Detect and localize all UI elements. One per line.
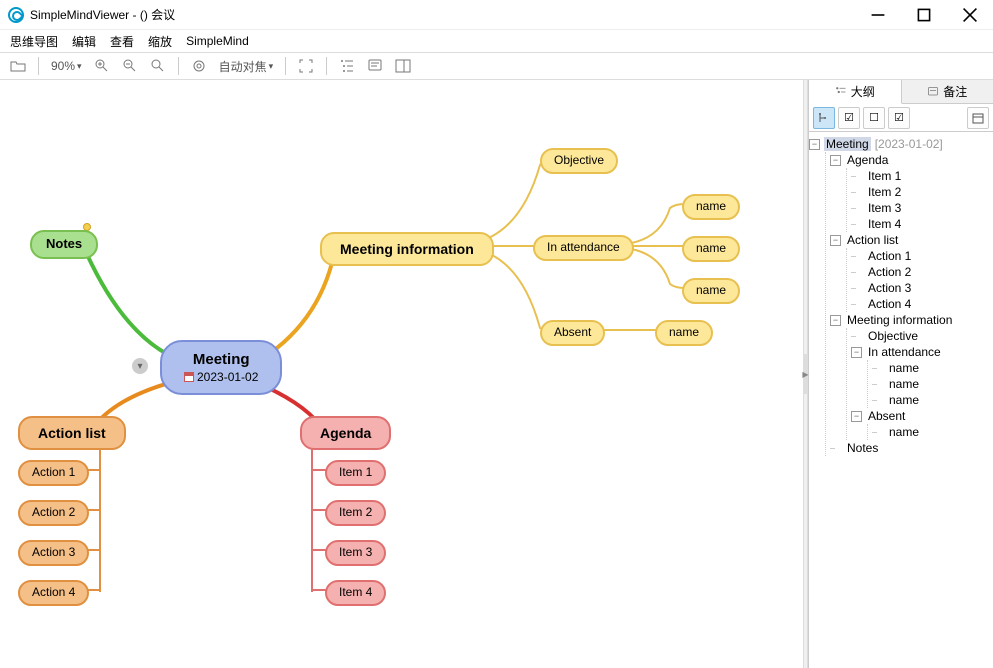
outline-tree[interactable]: −Meeting[2023-01-02] −Agenda Item 1 Item… — [809, 132, 993, 668]
sidebar-toolbar: ☑ ☐ ☑ — [809, 104, 993, 132]
node-item-4[interactable]: Item 4 — [325, 580, 386, 606]
window-title: SimpleMindViewer - () 会议 — [30, 6, 175, 23]
notes-icon — [927, 86, 939, 98]
outline-item-meeting[interactable]: Meeting — [824, 137, 871, 151]
tree-toggle-icon[interactable]: − — [830, 235, 841, 246]
outline-item[interactable]: Item 2 — [866, 185, 903, 199]
outline-item-action-list[interactable]: Action list — [845, 233, 900, 247]
close-button[interactable] — [947, 0, 993, 30]
outline-tool-hierarchy[interactable] — [813, 107, 835, 129]
menu-mindmap[interactable]: 思维导图 — [4, 31, 64, 52]
tab-notes-label: 备注 — [943, 83, 967, 100]
app-logo-icon — [8, 7, 24, 23]
minimize-button[interactable] — [855, 0, 901, 30]
node-objective[interactable]: Objective — [540, 148, 618, 174]
node-action-1[interactable]: Action 1 — [18, 460, 89, 486]
outline-tool-checked-2[interactable]: ☑ — [888, 107, 910, 129]
outline-item-notes[interactable]: Notes — [845, 441, 880, 455]
chevron-down-icon: ▾ — [77, 61, 82, 72]
sidebar-tabs: 大纲 备注 — [809, 80, 993, 104]
zoom-level-dropdown[interactable]: 90% ▾ — [47, 57, 86, 75]
node-notes[interactable]: Notes — [30, 230, 98, 259]
mindmap-canvas[interactable]: Meeting 2023-01-02 Notes Meeting informa… — [0, 80, 803, 668]
node-name-absent[interactable]: name — [655, 320, 713, 346]
outline-item-agenda[interactable]: Agenda — [845, 153, 890, 167]
outline-tool-unchecked[interactable]: ☐ — [863, 107, 885, 129]
outline-item[interactable]: Item 3 — [866, 201, 903, 215]
open-button[interactable] — [6, 56, 30, 76]
outline-icon — [835, 86, 847, 98]
outline-item-meeting-info[interactable]: Meeting information — [845, 313, 954, 327]
collapse-toggle-icon[interactable] — [132, 358, 148, 374]
outline-item[interactable]: Item 1 — [866, 169, 903, 183]
node-action-2[interactable]: Action 2 — [18, 500, 89, 526]
node-central-title: Meeting — [193, 350, 250, 370]
node-name-3[interactable]: name — [682, 278, 740, 304]
tab-outline[interactable]: 大纲 — [809, 80, 902, 104]
splitter-handle-icon[interactable]: ▶ — [803, 354, 808, 394]
tree-toggle-icon[interactable]: − — [830, 155, 841, 166]
tab-notes[interactable]: 备注 — [902, 80, 993, 103]
node-name-1[interactable]: name — [682, 194, 740, 220]
chevron-down-icon: ▾ — [269, 61, 274, 72]
tree-toggle-icon[interactable]: − — [809, 139, 820, 150]
menu-edit[interactable]: 编辑 — [66, 31, 102, 52]
outline-item[interactable]: name — [887, 361, 921, 375]
node-action-list[interactable]: Action list — [18, 416, 126, 450]
tree-toggle-icon[interactable]: − — [830, 315, 841, 326]
outline-tool-checked[interactable]: ☑ — [838, 107, 860, 129]
outline-item[interactable]: Action 1 — [866, 249, 913, 263]
outline-toggle-button[interactable] — [335, 56, 359, 76]
zoom-out-button[interactable] — [118, 56, 142, 76]
tree-toggle-icon[interactable]: − — [851, 411, 862, 422]
outline-item[interactable]: name — [887, 377, 921, 391]
autofocus-label: 自动对焦 — [219, 58, 267, 75]
outline-item[interactable]: Action 2 — [866, 265, 913, 279]
fullscreen-button[interactable] — [294, 56, 318, 76]
outline-item[interactable]: name — [887, 393, 921, 407]
titlebar: SimpleMindViewer - () 会议 — [0, 0, 993, 30]
outline-item[interactable]: Action 3 — [866, 281, 913, 295]
outline-item[interactable]: name — [887, 425, 921, 439]
calendar-icon — [184, 372, 194, 382]
node-action-3[interactable]: Action 3 — [18, 540, 89, 566]
node-item-2[interactable]: Item 2 — [325, 500, 386, 526]
menu-view[interactable]: 查看 — [104, 31, 140, 52]
node-in-attendance[interactable]: In attendance — [533, 235, 634, 261]
maximize-button[interactable] — [901, 0, 947, 30]
outline-item[interactable]: Item 4 — [866, 217, 903, 231]
node-agenda[interactable]: Agenda — [300, 416, 391, 450]
node-action-4[interactable]: Action 4 — [18, 580, 89, 606]
splitter[interactable]: ▶ — [803, 80, 808, 668]
layout-toggle-button[interactable] — [391, 56, 415, 76]
node-central[interactable]: Meeting 2023-01-02 — [160, 340, 282, 395]
node-meeting-info[interactable]: Meeting information — [320, 232, 494, 266]
outline-item-meeting-date: [2023-01-02] — [875, 137, 943, 151]
node-item-1[interactable]: Item 1 — [325, 460, 386, 486]
sidebar: 大纲 备注 ☑ ☐ ☑ −Meeting[2023-01-02] −Age — [808, 80, 993, 668]
node-central-date: 2023-01-02 — [197, 370, 258, 386]
tab-outline-label: 大纲 — [851, 83, 875, 100]
autofocus-dropdown[interactable]: 自动对焦 ▾ — [215, 56, 278, 77]
menu-app[interactable]: SimpleMind — [180, 32, 255, 50]
node-absent[interactable]: Absent — [540, 320, 605, 346]
zoom-reset-button[interactable] — [146, 56, 170, 76]
outline-item[interactable]: Action 4 — [866, 297, 913, 311]
toolbar: 90% ▾ 自动对焦 ▾ — [0, 52, 993, 80]
outline-tool-date[interactable] — [967, 107, 989, 129]
target-button[interactable] — [187, 56, 211, 76]
node-name-2[interactable]: name — [682, 236, 740, 262]
outline-item[interactable]: Objective — [866, 329, 920, 343]
node-item-3[interactable]: Item 3 — [325, 540, 386, 566]
outline-item-absent[interactable]: Absent — [866, 409, 907, 423]
menu-zoom[interactable]: 缩放 — [142, 31, 178, 52]
notes-toggle-button[interactable] — [363, 56, 387, 76]
outline-item-in-attendance[interactable]: In attendance — [866, 345, 943, 359]
zoom-level-label: 90% — [51, 59, 75, 73]
menubar: 思维导图 编辑 查看 缩放 SimpleMind — [0, 30, 993, 52]
tree-toggle-icon[interactable]: − — [851, 347, 862, 358]
workspace: Meeting 2023-01-02 Notes Meeting informa… — [0, 80, 993, 668]
zoom-in-button[interactable] — [90, 56, 114, 76]
